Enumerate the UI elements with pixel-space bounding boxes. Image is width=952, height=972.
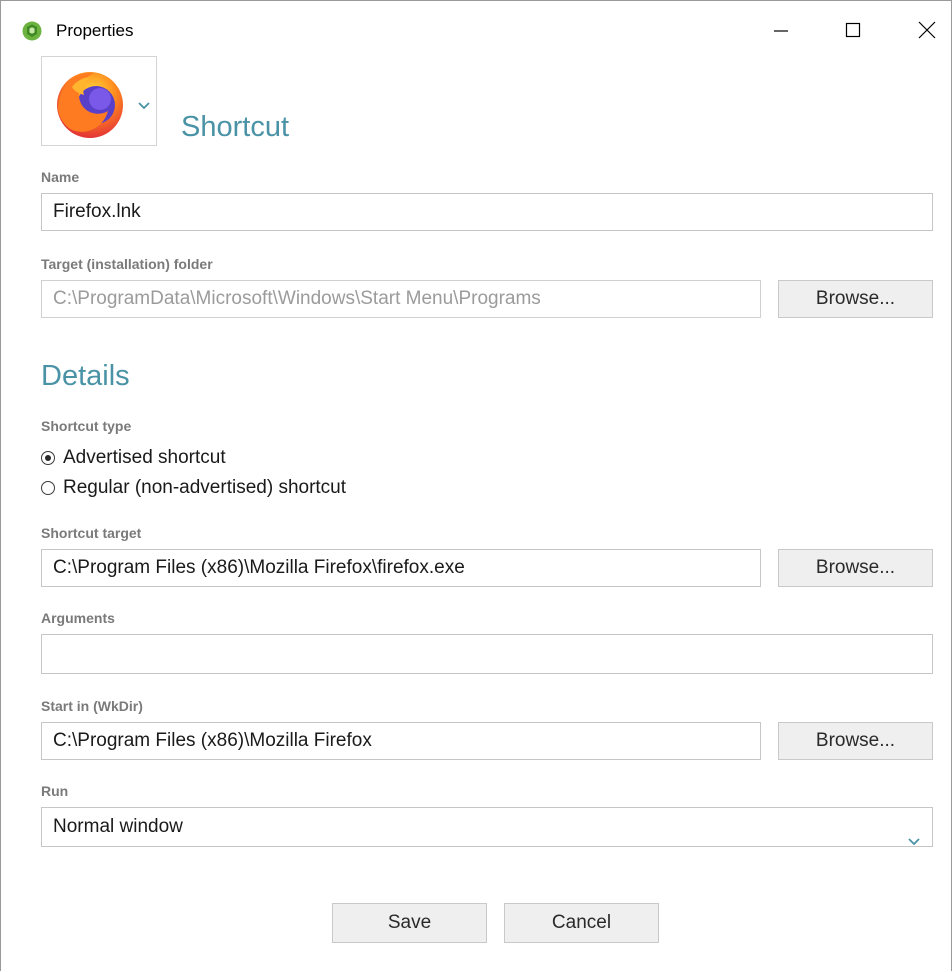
shortcut-type-label: Shortcut type xyxy=(41,418,132,434)
firefox-icon xyxy=(50,65,130,144)
chevron-down-icon[interactable] xyxy=(138,97,150,115)
shortcut-target-label: Shortcut target xyxy=(41,525,142,541)
icon-picker[interactable] xyxy=(41,56,157,146)
target-folder-browse-button[interactable]: Browse... xyxy=(778,280,933,318)
radio-button-selected[interactable] xyxy=(41,451,55,465)
title-bar: Properties xyxy=(1,1,951,59)
close-icon xyxy=(918,21,936,39)
save-button[interactable]: Save xyxy=(332,903,487,943)
minimize-icon xyxy=(774,30,788,32)
cancel-button[interactable]: Cancel xyxy=(504,903,659,943)
arguments-input[interactable] xyxy=(41,634,933,674)
target-folder-input: C:\ProgramData\Microsoft\Windows\Start M… xyxy=(41,280,761,318)
radio-advertised-label: Advertised shortcut xyxy=(63,447,226,468)
radio-button[interactable] xyxy=(41,481,55,495)
shortcut-heading: Shortcut xyxy=(181,111,289,143)
start-in-label: Start in (WkDir) xyxy=(41,698,143,714)
chevron-down-icon xyxy=(908,822,920,860)
arguments-label: Arguments xyxy=(41,610,115,626)
properties-window: Properties Shortcut Name Firefox.lnk Tar… xyxy=(0,0,952,971)
radio-advertised[interactable]: Advertised shortcut xyxy=(41,446,226,470)
start-in-browse-button[interactable]: Browse... xyxy=(778,722,933,760)
maximize-icon xyxy=(845,22,861,38)
start-in-input[interactable]: C:\Program Files (x86)\Mozilla Firefox xyxy=(41,722,761,760)
maximize-button[interactable] xyxy=(823,7,883,53)
target-folder-label: Target (installation) folder xyxy=(41,256,213,272)
close-button[interactable] xyxy=(897,7,952,53)
name-label: Name xyxy=(41,169,80,185)
run-label: Run xyxy=(41,783,69,799)
app-logo-icon xyxy=(22,21,42,41)
shortcut-target-input[interactable]: C:\Program Files (x86)\Mozilla Firefox\f… xyxy=(41,549,761,587)
shortcut-target-browse-button[interactable]: Browse... xyxy=(778,549,933,587)
name-input[interactable]: Firefox.lnk xyxy=(41,193,933,231)
run-select-value: Normal window xyxy=(53,816,183,837)
minimize-button[interactable] xyxy=(751,7,811,53)
radio-regular[interactable]: Regular (non-advertised) shortcut xyxy=(41,476,346,500)
radio-regular-label: Regular (non-advertised) shortcut xyxy=(63,477,347,498)
window-title: Properties xyxy=(56,21,134,40)
run-select[interactable]: Normal window xyxy=(41,807,933,847)
details-heading: Details xyxy=(41,360,130,392)
